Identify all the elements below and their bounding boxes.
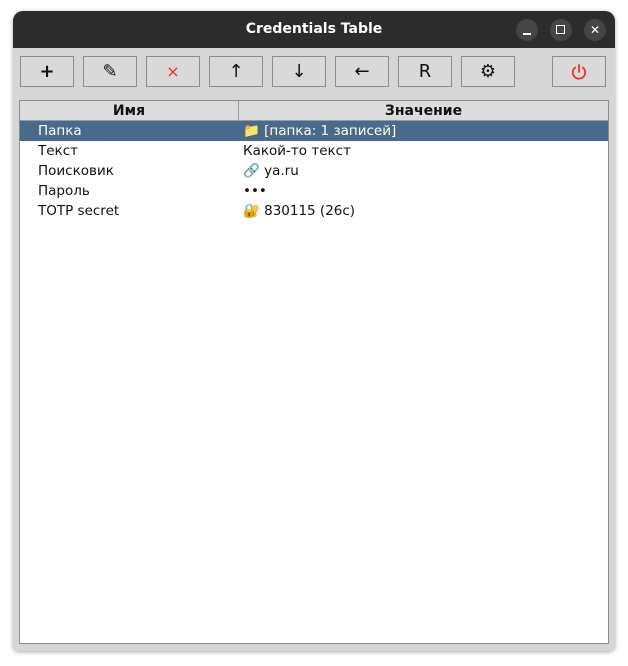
title-bar[interactable]: Credentials Table ✕ [13,11,615,48]
move-up-button[interactable]: ↑ [209,56,263,87]
add-button[interactable]: + [20,56,74,87]
app-window: Credentials Table ✕ + ✎ × ↑ ↓ ← R ⚙ Имя … [13,11,615,651]
letter-r-icon: R [418,61,432,82]
row-name: Поисковик [38,163,114,179]
row-name: Текст [38,143,78,159]
credentials-table[interactable]: Имя Значение Папка 📁 [папка: 1 записей] … [19,100,609,644]
back-button[interactable]: ← [335,56,389,87]
table-header: Имя Значение [20,101,608,121]
arrow-up-icon: ↑ [228,61,244,82]
row-value: ••• [243,183,267,199]
arrow-down-icon: ↓ [291,61,307,82]
settings-button[interactable]: ⚙ [461,56,515,87]
row-name: Папка [38,123,82,139]
close-window-button[interactable]: ✕ [584,19,606,41]
move-down-button[interactable]: ↓ [272,56,326,87]
row-value: 🔐 830115 (26с) [243,203,356,219]
toolbar: + ✎ × ↑ ↓ ← R ⚙ [13,48,615,98]
table-row[interactable]: Папка 📁 [папка: 1 записей] [20,121,608,141]
maximize-button[interactable] [550,19,572,41]
row-name: Пароль [38,183,90,199]
delete-button[interactable]: × [146,56,200,87]
column-header-value[interactable]: Значение [239,101,608,120]
pencil-icon: ✎ [102,61,118,82]
close-icon: ✕ [589,23,601,37]
arrow-left-icon: ← [354,61,370,82]
gear-icon: ⚙ [479,61,497,82]
delete-icon: × [166,62,180,81]
column-header-name[interactable]: Имя [20,101,239,120]
row-value: 📁 [папка: 1 записей] [243,123,397,139]
row-value: Какой-то текст [243,143,351,159]
table-row[interactable]: Пароль ••• [20,181,608,201]
table-row[interactable]: Текст Какой-то текст [20,141,608,161]
plus-icon: + [39,61,55,82]
r-button[interactable]: R [398,56,452,87]
minimize-button[interactable] [516,19,538,41]
table-row[interactable]: Поисковик 🔗 ya.ru [20,161,608,181]
minimize-icon [523,33,531,35]
power-icon [571,64,587,80]
power-button[interactable] [552,56,606,87]
row-name: TOTP secret [38,203,120,219]
row-value: 🔗 ya.ru [243,163,299,179]
maximize-icon [556,25,565,34]
table-row[interactable]: TOTP secret 🔐 830115 (26с) [20,201,608,221]
edit-button[interactable]: ✎ [83,56,137,87]
